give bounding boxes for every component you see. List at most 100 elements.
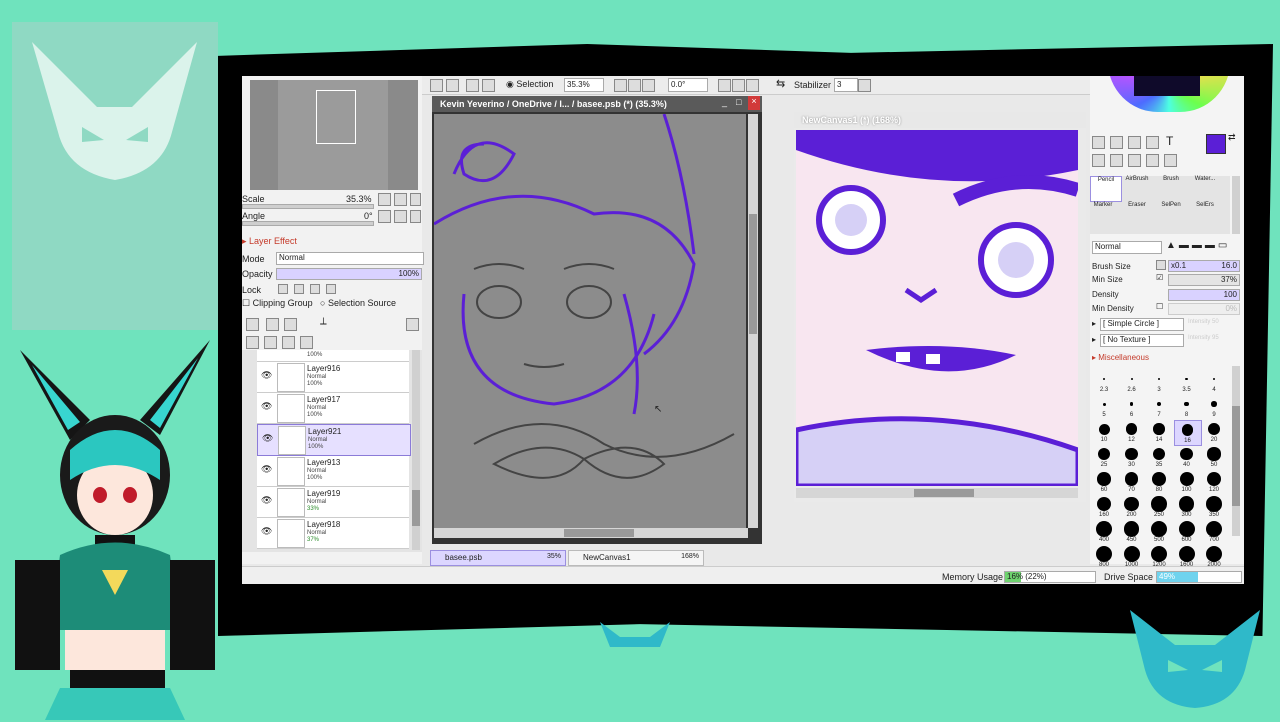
zoom-reset-icon[interactable] [642, 79, 655, 92]
layer-row[interactable]: 👁 Layer916 Normal 100% [257, 362, 409, 393]
shape-expand-icon[interactable]: ▸ [1092, 319, 1096, 328]
undo-icon[interactable] [430, 79, 443, 92]
minimize-icon[interactable]: _ [722, 97, 727, 107]
text-tool-icon[interactable]: T [1166, 134, 1173, 148]
blend-mode-select[interactable]: Normal [1092, 241, 1162, 254]
min-size-slider[interactable]: 37% [1168, 274, 1240, 286]
brush-size-preset[interactable]: 16 [1173, 420, 1202, 446]
scale-reset-icon[interactable] [410, 193, 421, 206]
zoom-in-icon[interactable] [628, 79, 641, 92]
canvas-horizontal-scrollbar[interactable] [434, 528, 748, 538]
rotation-field[interactable]: 0.0° [668, 78, 708, 92]
brush-size-preset[interactable]: 120 [1201, 470, 1227, 494]
visibility-eye-icon[interactable]: 👁 [261, 401, 272, 411]
miscellaneous-header[interactable]: ▸ Miscellaneous [1092, 353, 1149, 362]
brush-size-preset[interactable]: 9 [1201, 395, 1227, 419]
eyedropper-icon[interactable] [1164, 154, 1177, 167]
brush-size-preset[interactable]: 30 [1119, 445, 1145, 469]
layer-row[interactable]: 👁 Layer918 Normal 37% [257, 518, 409, 549]
brush-size-preset[interactable]: 3.5 [1174, 370, 1200, 394]
brush-size-preset[interactable]: 4 [1201, 370, 1227, 394]
brush-size-preset[interactable]: 35 [1146, 445, 1172, 469]
brush-size-preset[interactable]: 70 [1119, 470, 1145, 494]
layer-settings-icon[interactable] [406, 318, 419, 331]
visibility-eye-icon[interactable]: 👁 [261, 526, 272, 536]
rotate-tool-icon[interactable] [1128, 154, 1141, 167]
copy-layer-icon[interactable] [246, 336, 259, 349]
layer-row[interactable]: 👁 Layer919 Normal 33% [257, 487, 409, 518]
rotate-right-icon[interactable] [732, 79, 745, 92]
tool-water[interactable]: Water... [1192, 176, 1218, 200]
tool-pencil[interactable]: Pencil [1090, 176, 1122, 202]
navigator-preview[interactable] [250, 80, 418, 190]
brush-size-preset[interactable]: 400 [1091, 520, 1117, 544]
angle-reset-icon[interactable] [410, 210, 421, 223]
deselect-icon[interactable] [466, 79, 479, 92]
redo-icon[interactable] [446, 79, 459, 92]
visibility-eye-icon[interactable]: 👁 [261, 464, 272, 474]
brush-size-preset[interactable]: 200 [1119, 495, 1145, 519]
size-presets-scrollbar[interactable] [1232, 366, 1240, 536]
zoom-field[interactable]: 35.3% [564, 78, 604, 92]
delete-layer-icon[interactable] [300, 336, 313, 349]
angle-left-icon[interactable] [378, 210, 391, 223]
brush-size-preset[interactable]: 7 [1146, 395, 1172, 419]
brush-size-preset[interactable]: 2.6 [1119, 370, 1145, 394]
layer-transfer-icon[interactable]: ⟂ [320, 316, 327, 327]
selection-toggle[interactable]: ◉ Selection [506, 79, 553, 90]
min-density-slider[interactable]: 0% [1168, 303, 1240, 315]
shape-intensity[interactable]: Intensity 50 [1188, 319, 1219, 325]
brush-size-preset[interactable]: 700 [1201, 520, 1227, 544]
brush-size-slider[interactable]: x0.1 16.0 [1168, 260, 1240, 272]
lock-all-icon[interactable] [326, 284, 336, 294]
brush-size-preset[interactable]: 6 [1119, 395, 1145, 419]
brush-size-preset[interactable]: 250 [1146, 495, 1172, 519]
layer-list-scrollbar[interactable] [412, 350, 420, 550]
scale-plus-icon[interactable] [394, 193, 407, 206]
merge-down-icon[interactable] [264, 336, 277, 349]
visibility-eye-icon[interactable]: 👁 [261, 370, 272, 380]
stabilizer-select[interactable]: 3 [834, 78, 858, 92]
tool-selpen[interactable]: SelPen [1158, 202, 1184, 226]
brush-size-preset[interactable]: 8 [1174, 395, 1200, 419]
texture-intensity[interactable]: Intensity 95 [1188, 335, 1219, 341]
tool-airbrush[interactable]: AirBrush [1124, 176, 1150, 200]
brush-size-preset[interactable]: 3 [1146, 370, 1172, 394]
layer-row[interactable]: 👁 Layer917 Normal 100% [257, 393, 409, 424]
brush-texture-select[interactable]: [ No Texture ] [1100, 334, 1184, 347]
invert-selection-icon[interactable] [482, 79, 495, 92]
rotate-left-icon[interactable] [718, 79, 731, 92]
brush-grid-scrollbar[interactable] [1232, 176, 1240, 234]
visibility-eye-icon[interactable]: 👁 [262, 433, 273, 443]
brush-size-preset[interactable]: 10 [1091, 420, 1117, 444]
layer-row-partial[interactable]: 100% [257, 350, 409, 362]
lasso-icon[interactable] [1110, 136, 1123, 149]
brush-size-preset[interactable]: 350 [1201, 495, 1227, 519]
lock-move-icon[interactable] [310, 284, 320, 294]
brush-size-preset[interactable]: 40 [1174, 445, 1200, 469]
scale-minus-icon[interactable] [378, 193, 391, 206]
min-size-checkbox[interactable]: ☑ [1156, 273, 1163, 282]
current-color-swatch[interactable] [1134, 76, 1200, 96]
tool-marker[interactable]: Marker [1090, 202, 1116, 226]
brush-size-multiplier[interactable] [1156, 260, 1166, 270]
lock-paint-icon[interactable] [294, 284, 304, 294]
swap-colors-icon[interactable]: ⇄ [1228, 132, 1236, 143]
brush-size-preset[interactable]: 25 [1091, 445, 1117, 469]
hand-tool-icon[interactable] [1146, 154, 1159, 167]
brush-size-preset[interactable]: 5 [1091, 395, 1117, 419]
brush-size-preset[interactable]: 600 [1174, 520, 1200, 544]
zoomed-artwork-canvas[interactable] [796, 130, 1078, 486]
brush-size-preset[interactable]: 12 [1119, 420, 1145, 444]
new-folder-icon[interactable] [284, 318, 297, 331]
texture-expand-icon[interactable]: ▸ [1092, 335, 1096, 344]
move-icon[interactable] [1092, 154, 1105, 167]
angle-right-icon[interactable] [394, 210, 407, 223]
stabilizer-dropdown-icon[interactable] [858, 79, 871, 92]
brush-size-preset[interactable]: 500 [1146, 520, 1172, 544]
canvas-vertical-scrollbar[interactable] [748, 114, 758, 528]
new-linework-layer-icon[interactable] [266, 318, 279, 331]
brush-shape-icons[interactable]: ▲▬▬▬▭ [1166, 240, 1230, 251]
brush-shape-select[interactable]: [ Simple Circle ] [1100, 318, 1184, 331]
mode-select[interactable]: Normal [276, 252, 424, 265]
